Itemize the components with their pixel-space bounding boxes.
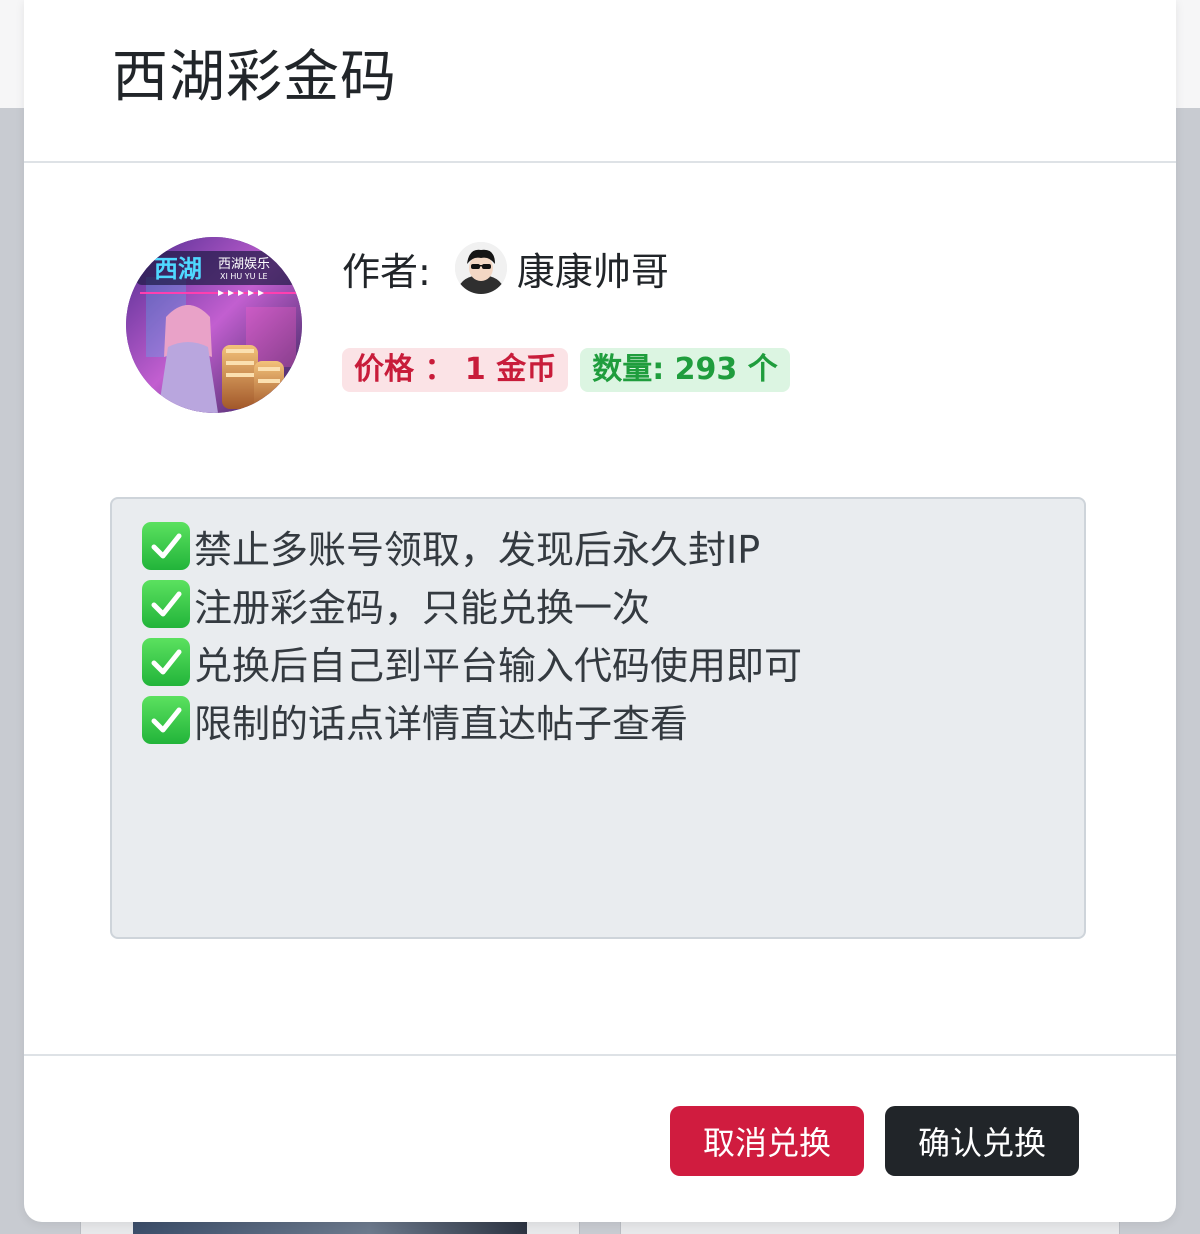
cancel-redeem-button[interactable]: 取消兑换	[670, 1106, 864, 1176]
author-avatar[interactable]	[454, 242, 507, 294]
description-line: 兑换后自己到平台输入代码使用即可	[142, 633, 1084, 691]
author-avatar-image	[454, 242, 507, 294]
modal-title: 西湖彩金码	[112, 45, 397, 110]
redeem-modal: 西湖彩金码 西湖 西湖娱乐 XI HU YU LE 作者: 康康帅哥 价格 ： …	[24, 0, 1176, 1222]
badges: 价格 ： 1 金币 数量: 293 个	[342, 348, 790, 392]
check-mark-icon	[142, 638, 190, 686]
product-image-art: 西湖 西湖娱乐 XI HU YU LE	[126, 237, 302, 413]
logo-subtext: 西湖娱乐	[218, 257, 270, 272]
modal-footer: 取消兑换 确认兑换	[24, 1054, 1176, 1224]
description-box[interactable]: 禁止多账号领取，发现后永久封IP 注册彩金码，只能兑换一次 兑换后自己到平台输入…	[110, 497, 1086, 939]
description-line: 注册彩金码，只能兑换一次	[142, 575, 1084, 633]
modal-header: 西湖彩金码	[24, 0, 1176, 163]
quantity-badge: 数量: 293 个	[580, 348, 790, 392]
description-text: 注册彩金码，只能兑换一次	[194, 585, 651, 630]
logo-text: 西湖	[154, 255, 202, 283]
confirm-redeem-button[interactable]: 确认兑换	[885, 1106, 1079, 1176]
author-label: 作者:	[342, 249, 431, 294]
author-row: 作者: 康康帅哥	[342, 238, 669, 298]
description-line: 限制的话点详情直达帖子查看	[142, 691, 1084, 749]
price-badge: 价格 ： 1 金币	[342, 348, 569, 392]
logo-pinyin: XI HU YU LE	[220, 272, 268, 281]
description-text: 禁止多账号领取，发现后永久封IP	[194, 527, 761, 572]
check-mark-icon	[142, 522, 190, 570]
check-mark-icon	[142, 696, 190, 744]
product-image: 西湖 西湖娱乐 XI HU YU LE	[126, 237, 302, 413]
description-line: 禁止多账号领取，发现后永久封IP	[142, 517, 1084, 575]
check-mark-icon	[142, 580, 190, 628]
description-text: 兑换后自己到平台输入代码使用即可	[194, 643, 803, 688]
author-name[interactable]: 康康帅哥	[517, 241, 669, 296]
description-text: 限制的话点详情直达帖子查看	[194, 701, 689, 746]
